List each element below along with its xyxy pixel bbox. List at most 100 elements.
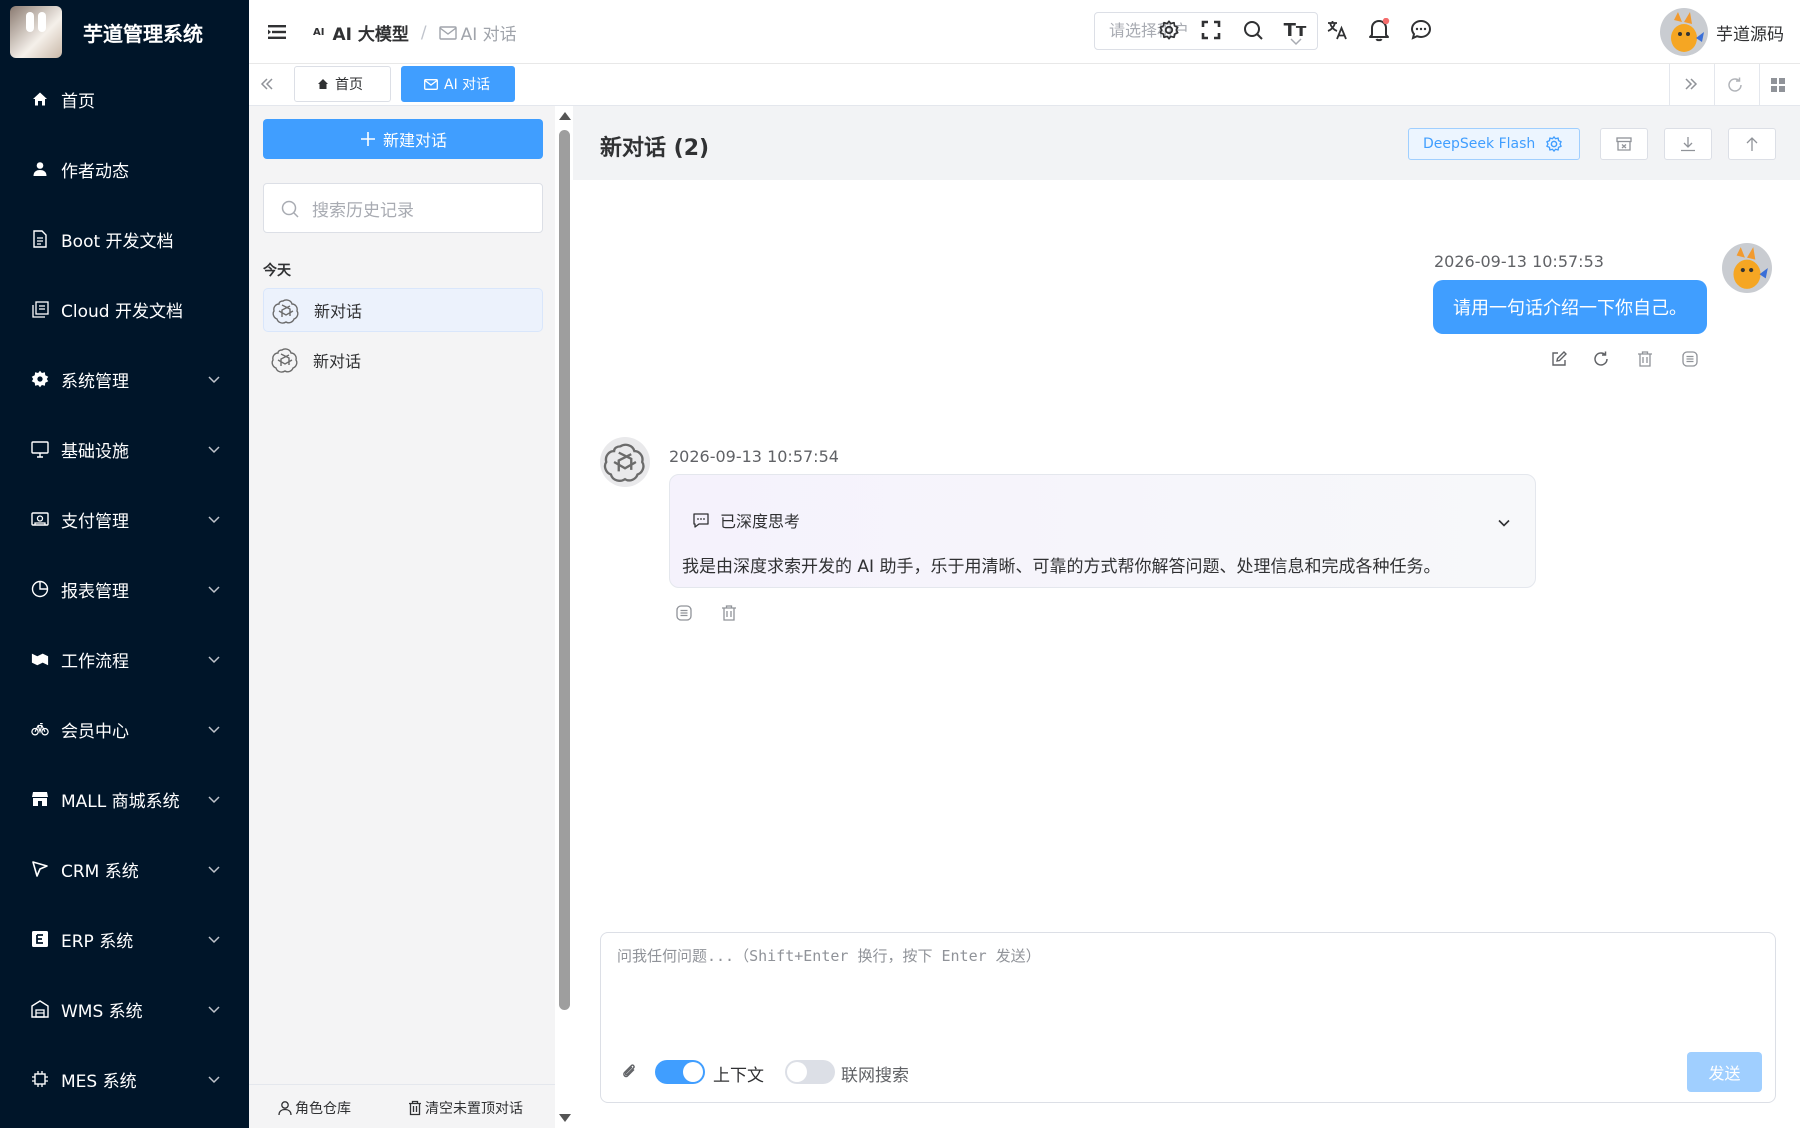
sidebar-item[interactable]: 工作流程 bbox=[0, 624, 249, 694]
sidebar-item[interactable]: CRM 系统 bbox=[0, 834, 249, 904]
copy-icon[interactable] bbox=[1679, 348, 1701, 370]
thinking-toggle[interactable]: 已深度思考 bbox=[692, 508, 800, 532]
scroll-top-button[interactable] bbox=[1728, 128, 1776, 160]
scroll-down-arrow-icon[interactable] bbox=[559, 1114, 571, 1122]
copy-icon[interactable] bbox=[673, 602, 695, 624]
plus-icon bbox=[359, 130, 377, 148]
chevron-down-icon bbox=[207, 371, 221, 385]
tabs-scroll-left-icon[interactable] bbox=[259, 76, 275, 96]
scroll-up-arrow-icon[interactable] bbox=[559, 112, 571, 120]
message-chat-icon[interactable] bbox=[1409, 18, 1433, 42]
refresh-icon[interactable] bbox=[1726, 76, 1744, 98]
fullscreen-icon[interactable] bbox=[1199, 18, 1223, 42]
sidebar-item-label: 基础设施 bbox=[61, 441, 129, 462]
context-toggle[interactable] bbox=[655, 1060, 705, 1084]
arrow-up-icon bbox=[1743, 135, 1761, 153]
sidebar-item-label: 工作流程 bbox=[61, 651, 129, 672]
toggle-knob bbox=[787, 1062, 807, 1082]
sidebar-item[interactable]: 报表管理 bbox=[0, 554, 249, 624]
sidebar-item[interactable]: MES 系统 bbox=[0, 1044, 249, 1114]
send-button[interactable]: 发送 bbox=[1687, 1052, 1762, 1092]
breadcrumb-current: AI 对话 bbox=[460, 25, 517, 45]
chevron-down-icon bbox=[207, 721, 221, 735]
sidebar-item[interactable]: MALL 商城系统 bbox=[0, 764, 249, 834]
message-input-box[interactable]: 问我任何问题...（Shift+Enter 换行，按下 Enter 发送） 上下… bbox=[600, 932, 1776, 1103]
archive-button[interactable] bbox=[1600, 128, 1648, 160]
top-header: AI AI 大模型 / AI 对话 请选择租户 Tт 芋道源码 bbox=[249, 0, 1800, 64]
chip-icon bbox=[31, 1070, 49, 1088]
tab-home[interactable]: 首页 bbox=[294, 66, 391, 102]
sidebar-item[interactable]: 系统管理 bbox=[0, 344, 249, 414]
chevron-down-icon bbox=[207, 1071, 221, 1085]
chevron-down-icon bbox=[207, 1001, 221, 1015]
conversation-item[interactable]: 新对话 bbox=[263, 338, 543, 382]
model-select-button[interactable]: DeepSeek Flash bbox=[1408, 128, 1580, 160]
workflow-icon bbox=[31, 650, 49, 668]
tab-label: 首页 bbox=[335, 77, 363, 93]
conversation-scrollbar[interactable] bbox=[555, 106, 573, 1128]
context-label: 上下文 bbox=[713, 1066, 764, 1086]
thinking-label: 已深度思考 bbox=[720, 512, 801, 531]
sidebar-item-label: 会员中心 bbox=[61, 721, 129, 742]
chevron-down-icon bbox=[207, 931, 221, 945]
logo-image bbox=[10, 6, 62, 58]
attachment-paperclip-icon[interactable] bbox=[619, 1061, 639, 1085]
toggle-knob bbox=[683, 1062, 703, 1082]
tab-ai-chat[interactable]: AI 对话 bbox=[401, 66, 515, 102]
breadcrumb-root[interactable]: AI 大模型 bbox=[332, 20, 408, 45]
user-icon bbox=[277, 1100, 293, 1116]
delete-icon[interactable] bbox=[1634, 348, 1656, 370]
new-conversation-button[interactable]: 新建对话 bbox=[263, 119, 543, 159]
regenerate-icon[interactable] bbox=[1590, 348, 1612, 370]
conversation-title: 新对话 bbox=[314, 302, 363, 321]
settings-gear-icon[interactable] bbox=[1157, 18, 1181, 42]
chat-title: 新对话 (2) bbox=[600, 136, 710, 161]
clear-unpinned-button[interactable]: 清空未置顶对话 bbox=[407, 1098, 523, 1118]
new-conversation-label: 新建对话 bbox=[382, 131, 447, 150]
sidebar-item-label: 首页 bbox=[61, 91, 95, 112]
sidebar-item[interactable]: ERP 系统 bbox=[0, 904, 249, 974]
notification-bell-icon[interactable] bbox=[1367, 18, 1391, 42]
sidebar-item[interactable]: 首页 bbox=[0, 64, 249, 134]
logo[interactable]: 芋道管理系统 bbox=[0, 0, 249, 64]
chevron-down-icon[interactable] bbox=[1497, 515, 1511, 529]
document-icon bbox=[31, 230, 49, 248]
sidebar-item-label: MES 系统 bbox=[61, 1071, 137, 1092]
web-search-toggle[interactable] bbox=[785, 1060, 835, 1084]
username[interactable]: 芋道源码 bbox=[1716, 20, 1784, 45]
chevron-down-icon bbox=[207, 511, 221, 525]
sidebar-item[interactable]: 会员中心 bbox=[0, 694, 249, 764]
scrollbar-thumb[interactable] bbox=[559, 130, 570, 1010]
mail-icon bbox=[438, 25, 457, 40]
tabs-scroll-right-icon[interactable] bbox=[1683, 76, 1699, 96]
download-button[interactable] bbox=[1664, 128, 1712, 160]
menu-toggle-icon[interactable] bbox=[265, 20, 289, 44]
sidebar-item[interactable]: Boot 开发文档 bbox=[0, 204, 249, 274]
translate-icon[interactable] bbox=[1325, 18, 1349, 42]
message-input-placeholder[interactable]: 问我任何问题...（Shift+Enter 换行，按下 Enter 发送） bbox=[617, 945, 1041, 966]
role-library-button[interactable]: 角色仓库 bbox=[277, 1098, 351, 1118]
clear-unpinned-label: 清空未置顶对话 bbox=[425, 1101, 523, 1117]
app-title: 芋道管理系统 bbox=[83, 21, 203, 46]
chevron-down-icon bbox=[207, 441, 221, 455]
history-search-input[interactable]: 搜索历史记录 bbox=[263, 183, 543, 233]
delete-icon[interactable] bbox=[718, 602, 740, 624]
sidebar-item[interactable]: 基础设施 bbox=[0, 414, 249, 484]
grid-menu-icon[interactable] bbox=[1770, 77, 1786, 97]
breadcrumb-separator: / bbox=[420, 22, 427, 43]
font-size-icon[interactable]: Tт bbox=[1283, 18, 1307, 42]
web-search-label: 联网搜索 bbox=[841, 1066, 909, 1086]
sidebar-item[interactable]: 支付管理 bbox=[0, 484, 249, 554]
user-avatar[interactable] bbox=[1660, 8, 1708, 56]
sidebar-item-label: MALL 商城系统 bbox=[61, 791, 180, 812]
gear-icon bbox=[31, 370, 49, 388]
edit-icon[interactable] bbox=[1548, 348, 1570, 370]
sidebar-item[interactable]: WMS 系统 bbox=[0, 974, 249, 1044]
sidebar-menu: 首页作者动态 Boot 开发文档 Cloud 开发文档 系统管理基础设施支付管理 报表管… bbox=[0, 64, 249, 1114]
home-icon bbox=[317, 78, 329, 90]
sidebar-item[interactable]: 作者动态 bbox=[0, 134, 249, 204]
monitor-icon bbox=[31, 440, 49, 458]
sidebar-item[interactable]: Cloud 开发文档 bbox=[0, 274, 249, 344]
conversation-item[interactable]: 新对话 bbox=[263, 288, 543, 332]
search-icon[interactable] bbox=[1241, 18, 1265, 42]
